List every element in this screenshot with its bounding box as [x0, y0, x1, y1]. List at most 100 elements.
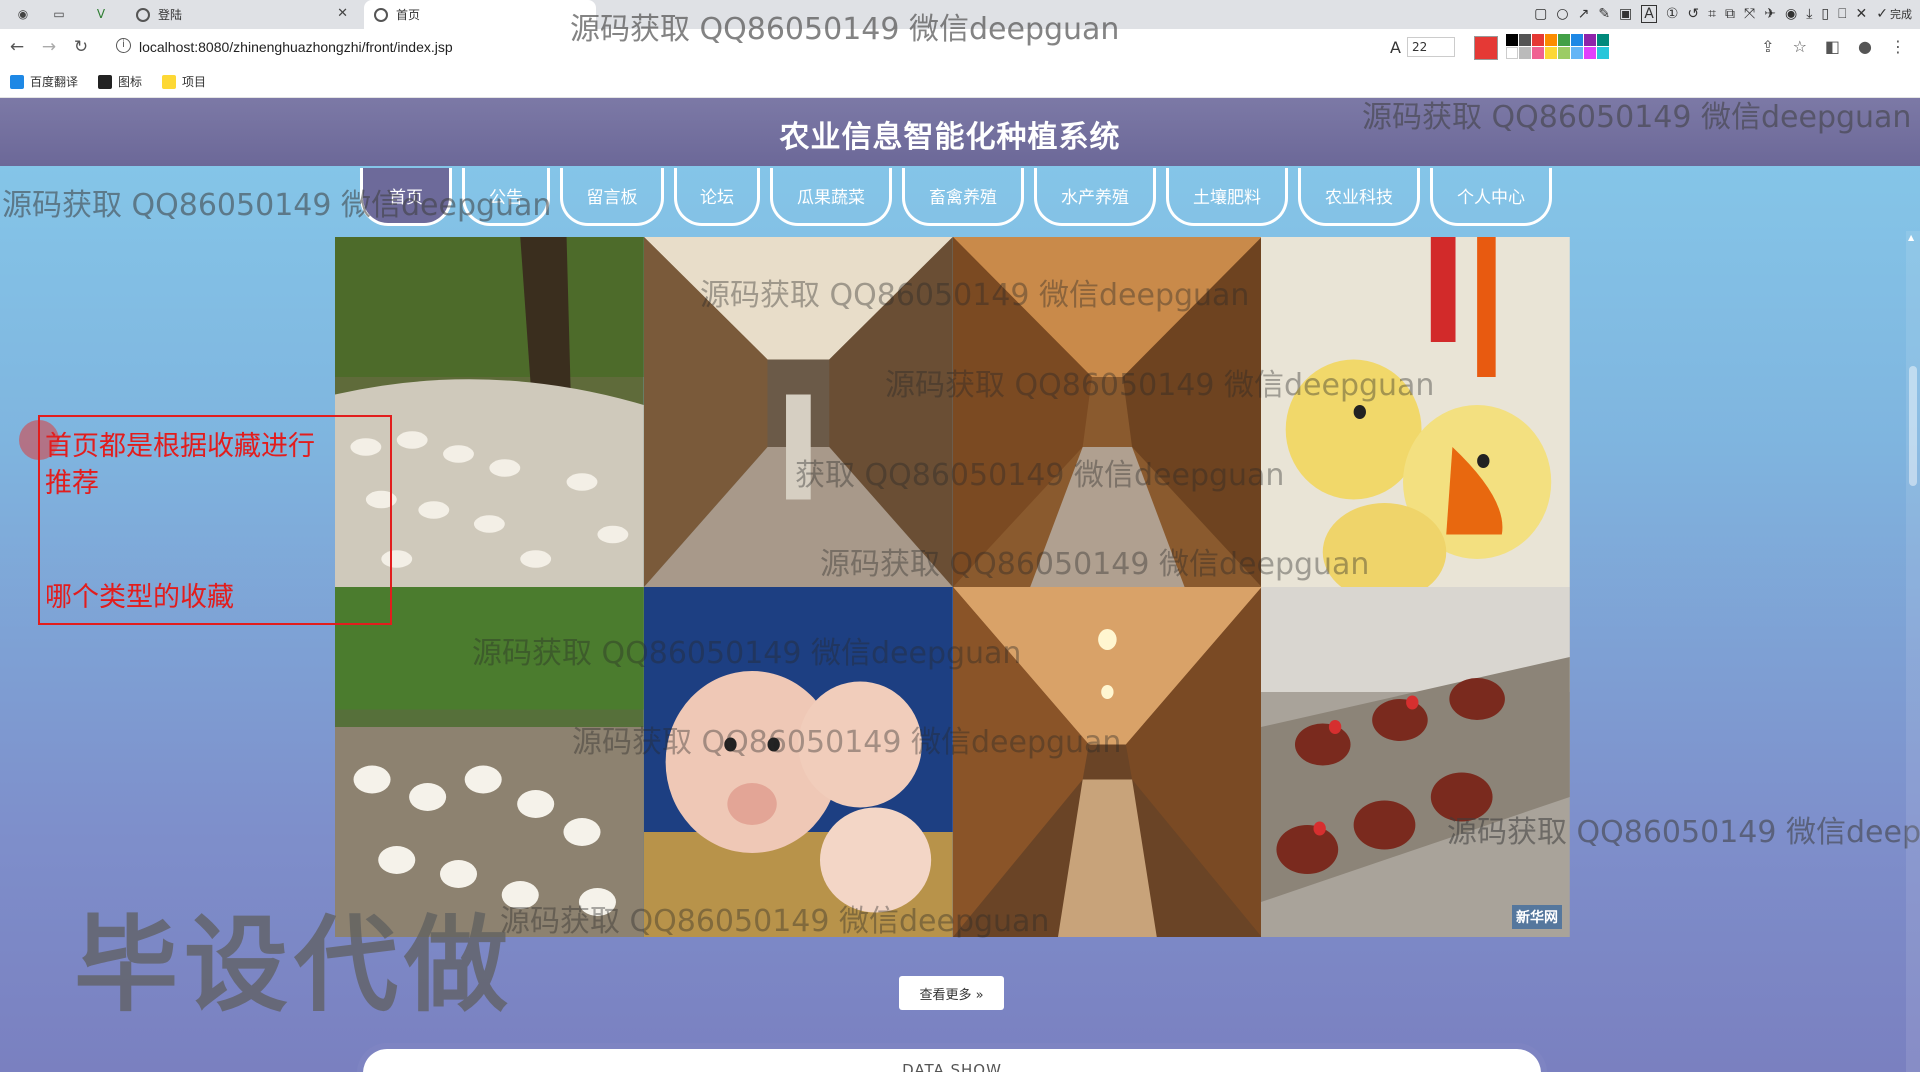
view-more-button[interactable]: 查看更多 »	[899, 976, 1004, 1010]
circle-tool-icon[interactable]: ○	[1556, 6, 1568, 22]
bookmark-item[interactable]: 百度翻译	[10, 73, 78, 90]
font-icon: A	[1390, 37, 1401, 57]
ocr-tool-icon[interactable]: ⌗	[1708, 6, 1716, 22]
close-tab-icon[interactable]: ✕	[337, 6, 348, 21]
reload-icon[interactable]: ↻	[70, 37, 92, 57]
scroll-capture-icon[interactable]: ⤧	[1744, 6, 1755, 22]
vue-tab-icon[interactable]: V	[92, 5, 110, 23]
gallery-image-cage-aisle[interactable]	[952, 237, 1262, 587]
back-icon[interactable]: ←	[6, 37, 28, 57]
font-size-value[interactable]: 22	[1406, 37, 1455, 57]
globe-icon	[136, 7, 150, 22]
color-swatch[interactable]	[1558, 34, 1570, 46]
gallery-image-piglets[interactable]	[643, 587, 953, 937]
number-tool-icon[interactable]: ①	[1666, 6, 1679, 22]
data-show-panel: DATA SHOW	[357, 1043, 1547, 1072]
sidepanel-icon[interactable]: ◧	[1825, 37, 1840, 56]
browser-actions: ⇪ ☆ ◧ ● ⋮	[1761, 37, 1906, 56]
piglets-photo	[643, 587, 953, 937]
download-icon[interactable]: ⤓	[1806, 6, 1812, 22]
url-text[interactable]: localhost:8080/zhinenghuazhongzhi/front/…	[139, 39, 453, 55]
translate-tool-icon[interactable]: ⧉	[1725, 6, 1735, 22]
pin-icon[interactable]: ✈	[1764, 6, 1776, 22]
pen-tool-icon[interactable]: ✎	[1598, 6, 1610, 22]
color-swatch[interactable]	[1597, 47, 1609, 59]
color-swatch[interactable]	[1545, 34, 1557, 46]
cage-aisle-photo	[952, 237, 1262, 587]
menu-label: 农业科技	[1325, 188, 1393, 208]
hens-photo	[1261, 587, 1570, 937]
forward-icon[interactable]: →	[38, 37, 60, 57]
browser-tab-bar: ◉ ▭ V 登陆 ✕ 首页 ▢ ○ ↗ ✎ ▣ A ① ↺ ⌗ ⧉ ⤧ ✈ ◉ …	[0, 0, 1920, 29]
menu-item-forum[interactable]: 论坛	[674, 168, 760, 226]
gallery-image-hens[interactable]: 新华网	[1261, 587, 1570, 937]
menu-item-livestock[interactable]: 畜禽养殖	[902, 168, 1024, 226]
color-swatch[interactable]	[1519, 47, 1531, 59]
color-swatch[interactable]	[1571, 34, 1583, 46]
scroll-up-icon[interactable]: ▲	[1908, 233, 1918, 243]
view-more-label: 查看更多 »	[919, 987, 984, 1003]
color-swatch[interactable]	[1506, 47, 1518, 59]
color-swatch[interactable]	[1532, 34, 1544, 46]
arrow-tool-icon[interactable]: ↗	[1578, 6, 1590, 22]
bookmark-icon[interactable]: ⎕	[1838, 6, 1846, 22]
menu-item-notice[interactable]: 公告	[462, 168, 550, 226]
menu-label: 瓜果蔬菜	[797, 188, 865, 208]
bookmark-label: 项目	[182, 75, 207, 89]
gallery-image-poultry-corridor[interactable]	[643, 237, 953, 587]
menu-item-user-center[interactable]: 个人中心	[1430, 168, 1552, 226]
gallery-image-chicks[interactable]	[1261, 237, 1570, 587]
color-swatch[interactable]	[1545, 47, 1557, 59]
color-swatch[interactable]	[1519, 34, 1531, 46]
poultry-corridor-photo	[643, 237, 953, 587]
color-swatch[interactable]	[1584, 34, 1596, 46]
cancel-icon[interactable]: ✕	[1856, 6, 1868, 22]
page-scrollbar[interactable]: ▲	[1906, 231, 1920, 1072]
annotation-text-3: 哪个类型的收藏	[45, 582, 234, 613]
current-color-swatch[interactable]	[1474, 36, 1498, 60]
bookmark-item[interactable]: 项目	[162, 73, 206, 90]
menu-item-home[interactable]: 首页	[360, 168, 452, 226]
menu-label: 留言板	[586, 188, 638, 208]
done-button[interactable]: ✓ 完成	[1876, 6, 1912, 22]
phone-icon[interactable]: ▯	[1821, 6, 1829, 22]
menu-item-agri-tech[interactable]: 农业科技	[1298, 168, 1420, 226]
undo-icon[interactable]: ↺	[1687, 6, 1699, 22]
color-swatch[interactable]	[1506, 34, 1518, 46]
star-icon[interactable]: ☆	[1793, 37, 1807, 56]
menu-icon[interactable]: ⋮	[1890, 37, 1906, 56]
color-swatch[interactable]	[1532, 47, 1544, 59]
bookmark-label: 百度翻译	[30, 75, 79, 89]
menu-item-soil-fertilizer[interactable]: 土壤肥料	[1166, 168, 1288, 226]
tab-home[interactable]: 首页	[364, 0, 596, 29]
gallery-image-lit-aisle[interactable]	[952, 587, 1262, 937]
lit-aisle-photo	[952, 587, 1262, 937]
tab-favicon-2[interactable]: ▭	[50, 5, 68, 23]
menu-item-messageboard[interactable]: 留言板	[560, 168, 664, 226]
menu-label: 首页	[389, 188, 423, 208]
profile-icon[interactable]: ●	[1858, 37, 1872, 56]
bookmark-item[interactable]: 图标	[98, 73, 142, 90]
mosaic-tool-icon[interactable]: ▣	[1619, 6, 1632, 22]
menu-label: 土壤肥料	[1193, 188, 1261, 208]
tab-home-label: 首页	[396, 8, 421, 22]
menu-item-fruits-vegetables[interactable]: 瓜果蔬菜	[770, 168, 892, 226]
site-info-icon[interactable]: i	[116, 38, 131, 53]
color-swatch[interactable]	[1584, 47, 1596, 59]
menu-item-aquaculture[interactable]: 水产养殖	[1034, 168, 1156, 226]
font-size-selector[interactable]: A 22	[1390, 37, 1455, 57]
scroll-thumb[interactable]	[1909, 366, 1917, 486]
color-swatch[interactable]	[1571, 47, 1583, 59]
rectangle-tool-icon[interactable]: ▢	[1534, 6, 1547, 22]
tab-login[interactable]: 登陆 ✕	[126, 0, 358, 29]
record-icon[interactable]: ◉	[1785, 6, 1797, 22]
color-swatch[interactable]	[1558, 47, 1570, 59]
tab-favicon-1[interactable]: ◉	[14, 5, 32, 23]
color-swatch[interactable]	[1597, 34, 1609, 46]
share-icon[interactable]: ⇪	[1761, 37, 1774, 56]
menu-label: 论坛	[700, 188, 734, 208]
translate-icon	[10, 74, 24, 89]
tab-login-label: 登陆	[158, 8, 183, 22]
text-tool-icon[interactable]: A	[1641, 5, 1657, 23]
color-palette	[1506, 34, 1609, 59]
